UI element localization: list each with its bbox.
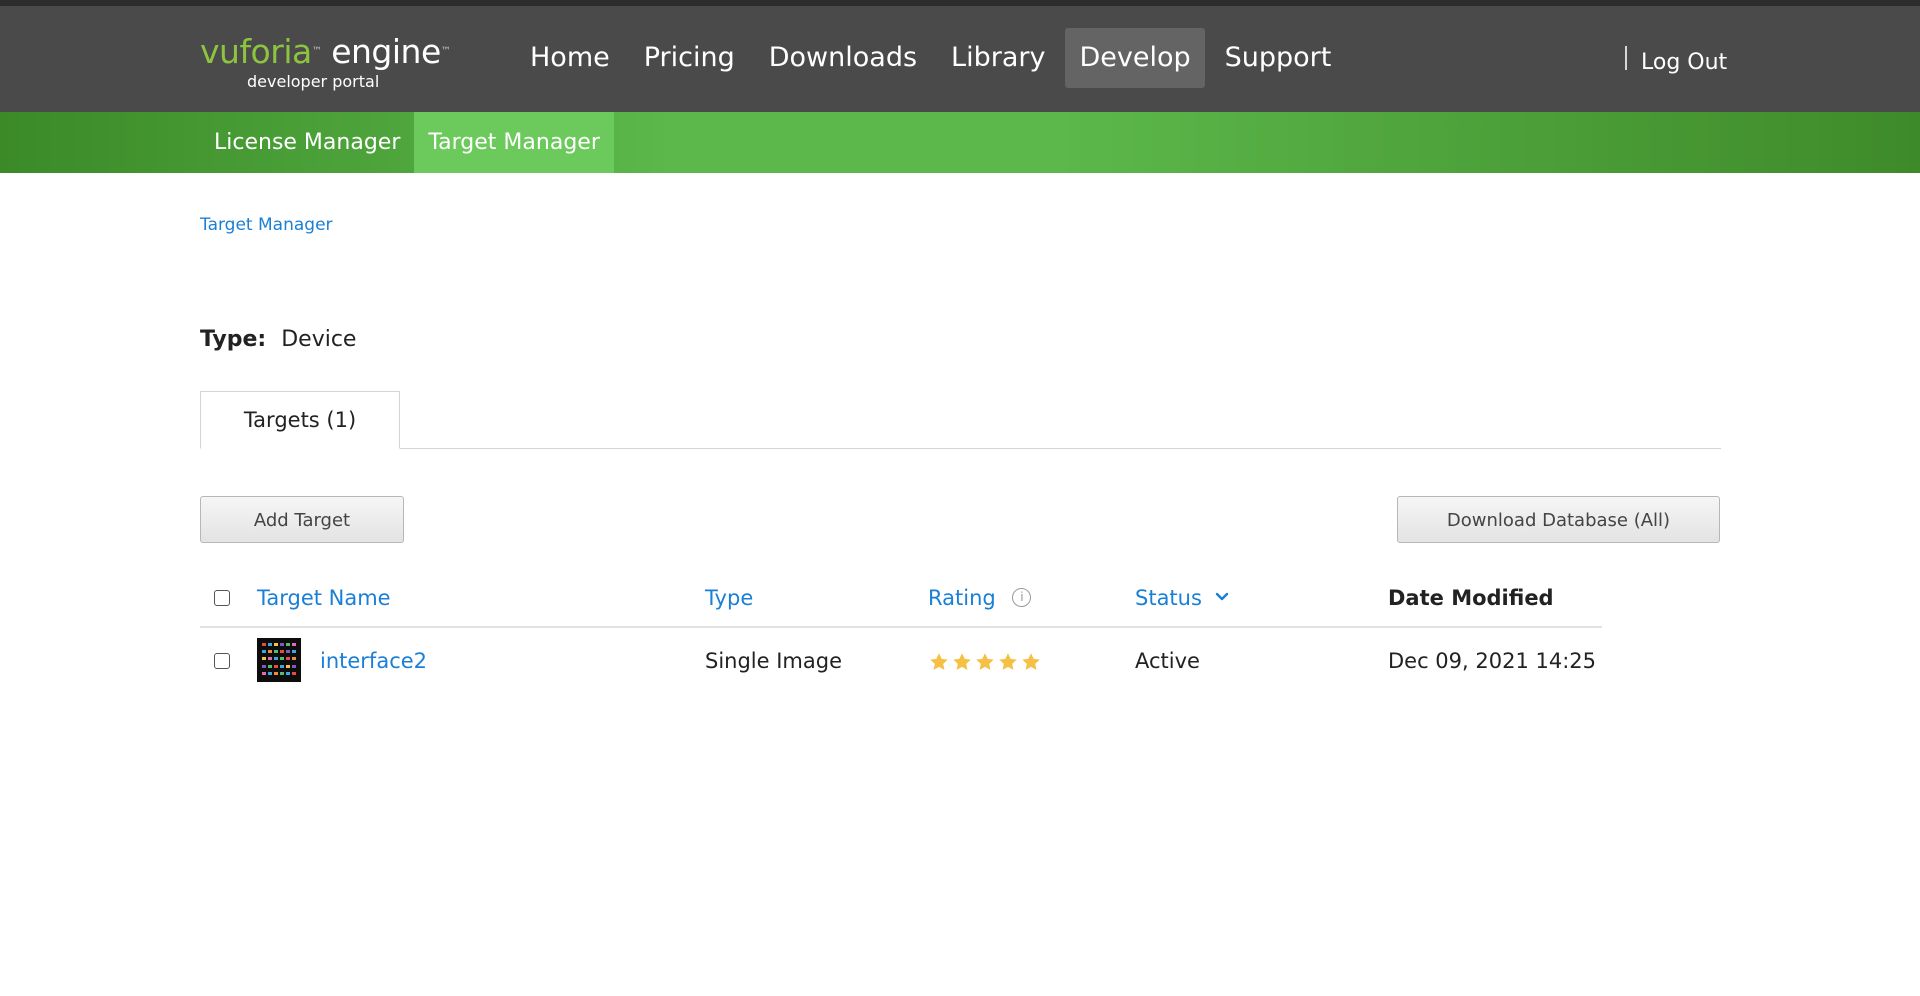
info-icon[interactable]: i — [1012, 587, 1032, 607]
star-icon — [999, 653, 1017, 670]
logo-product: engine — [331, 32, 441, 71]
row-checkbox[interactable] — [214, 653, 230, 669]
target-status: Active — [1135, 649, 1200, 673]
sub-nav: License Manager Target Manager — [200, 112, 614, 173]
logo-trademark: ™ — [440, 46, 451, 57]
logo-wordmark: vuforia™ engine™ — [200, 32, 451, 72]
database-type-label: Type: — [200, 327, 267, 352]
logo-subtitle: developer portal — [247, 72, 380, 91]
column-header-type[interactable]: Type — [705, 570, 753, 626]
nav-downloads[interactable]: Downloads — [755, 28, 931, 88]
vuforia-engine-logo[interactable]: vuforia™ engine™ developer portal — [200, 32, 451, 91]
target-thumbnail[interactable] — [257, 638, 301, 682]
chevron-down-icon — [1215, 592, 1228, 601]
target-date-modified: Dec 09, 2021 14:25 — [1388, 649, 1597, 673]
main-nav: Home Pricing Downloads Library Develop S… — [516, 28, 1351, 88]
sub-navigation-bar: License Manager Target Manager — [0, 112, 1920, 173]
star-icon — [930, 653, 948, 670]
tab-targets[interactable]: Targets (1) — [200, 391, 400, 449]
subnav-license-manager[interactable]: License Manager — [200, 112, 414, 173]
breadcrumb-target-manager[interactable]: Target Manager — [200, 215, 333, 235]
nav-library[interactable]: Library — [937, 28, 1059, 88]
logo-trademark: ™ — [311, 46, 322, 57]
table-header-row: Target Name Type Rating i Status Date Mo… — [200, 570, 1602, 628]
star-icon — [976, 653, 994, 670]
nav-pricing[interactable]: Pricing — [630, 28, 749, 88]
database-type: Type: Device — [200, 327, 356, 352]
targets-table: Target Name Type Rating i Status Date Mo… — [200, 570, 1602, 698]
column-header-rating: Rating i — [928, 570, 1032, 626]
target-type: Single Image — [705, 649, 843, 673]
logout-link[interactable]: Log Out — [1641, 50, 1727, 75]
column-header-status[interactable]: Status — [1135, 570, 1229, 626]
target-name-link[interactable]: interface2 — [320, 628, 427, 694]
rating-stars — [928, 651, 1043, 673]
top-navigation-bar: vuforia™ engine™ developer portal Home P… — [0, 0, 1920, 112]
tabs-divider — [200, 448, 1721, 449]
logo-brand: vuforia — [200, 32, 312, 71]
nav-home[interactable]: Home — [516, 28, 624, 88]
download-database-button[interactable]: Download Database (All) — [1397, 496, 1720, 543]
nav-develop[interactable]: Develop — [1065, 28, 1205, 88]
star-icon — [953, 653, 971, 670]
column-header-rating-label[interactable]: Rating — [928, 586, 996, 610]
star-icon — [1022, 653, 1040, 670]
add-target-button[interactable]: Add Target — [200, 496, 404, 543]
table-row: interface2 Single Image Active Dec 09, 2… — [200, 628, 1602, 698]
database-type-value: Device — [281, 327, 357, 352]
logout-divider — [1625, 46, 1627, 70]
column-header-target-name[interactable]: Target Name — [257, 570, 391, 626]
column-header-status-label[interactable]: Status — [1135, 586, 1202, 610]
subnav-target-manager[interactable]: Target Manager — [414, 112, 614, 173]
nav-support[interactable]: Support — [1211, 28, 1346, 88]
column-header-date-modified: Date Modified — [1388, 586, 1554, 610]
select-all-checkbox[interactable] — [214, 590, 230, 606]
